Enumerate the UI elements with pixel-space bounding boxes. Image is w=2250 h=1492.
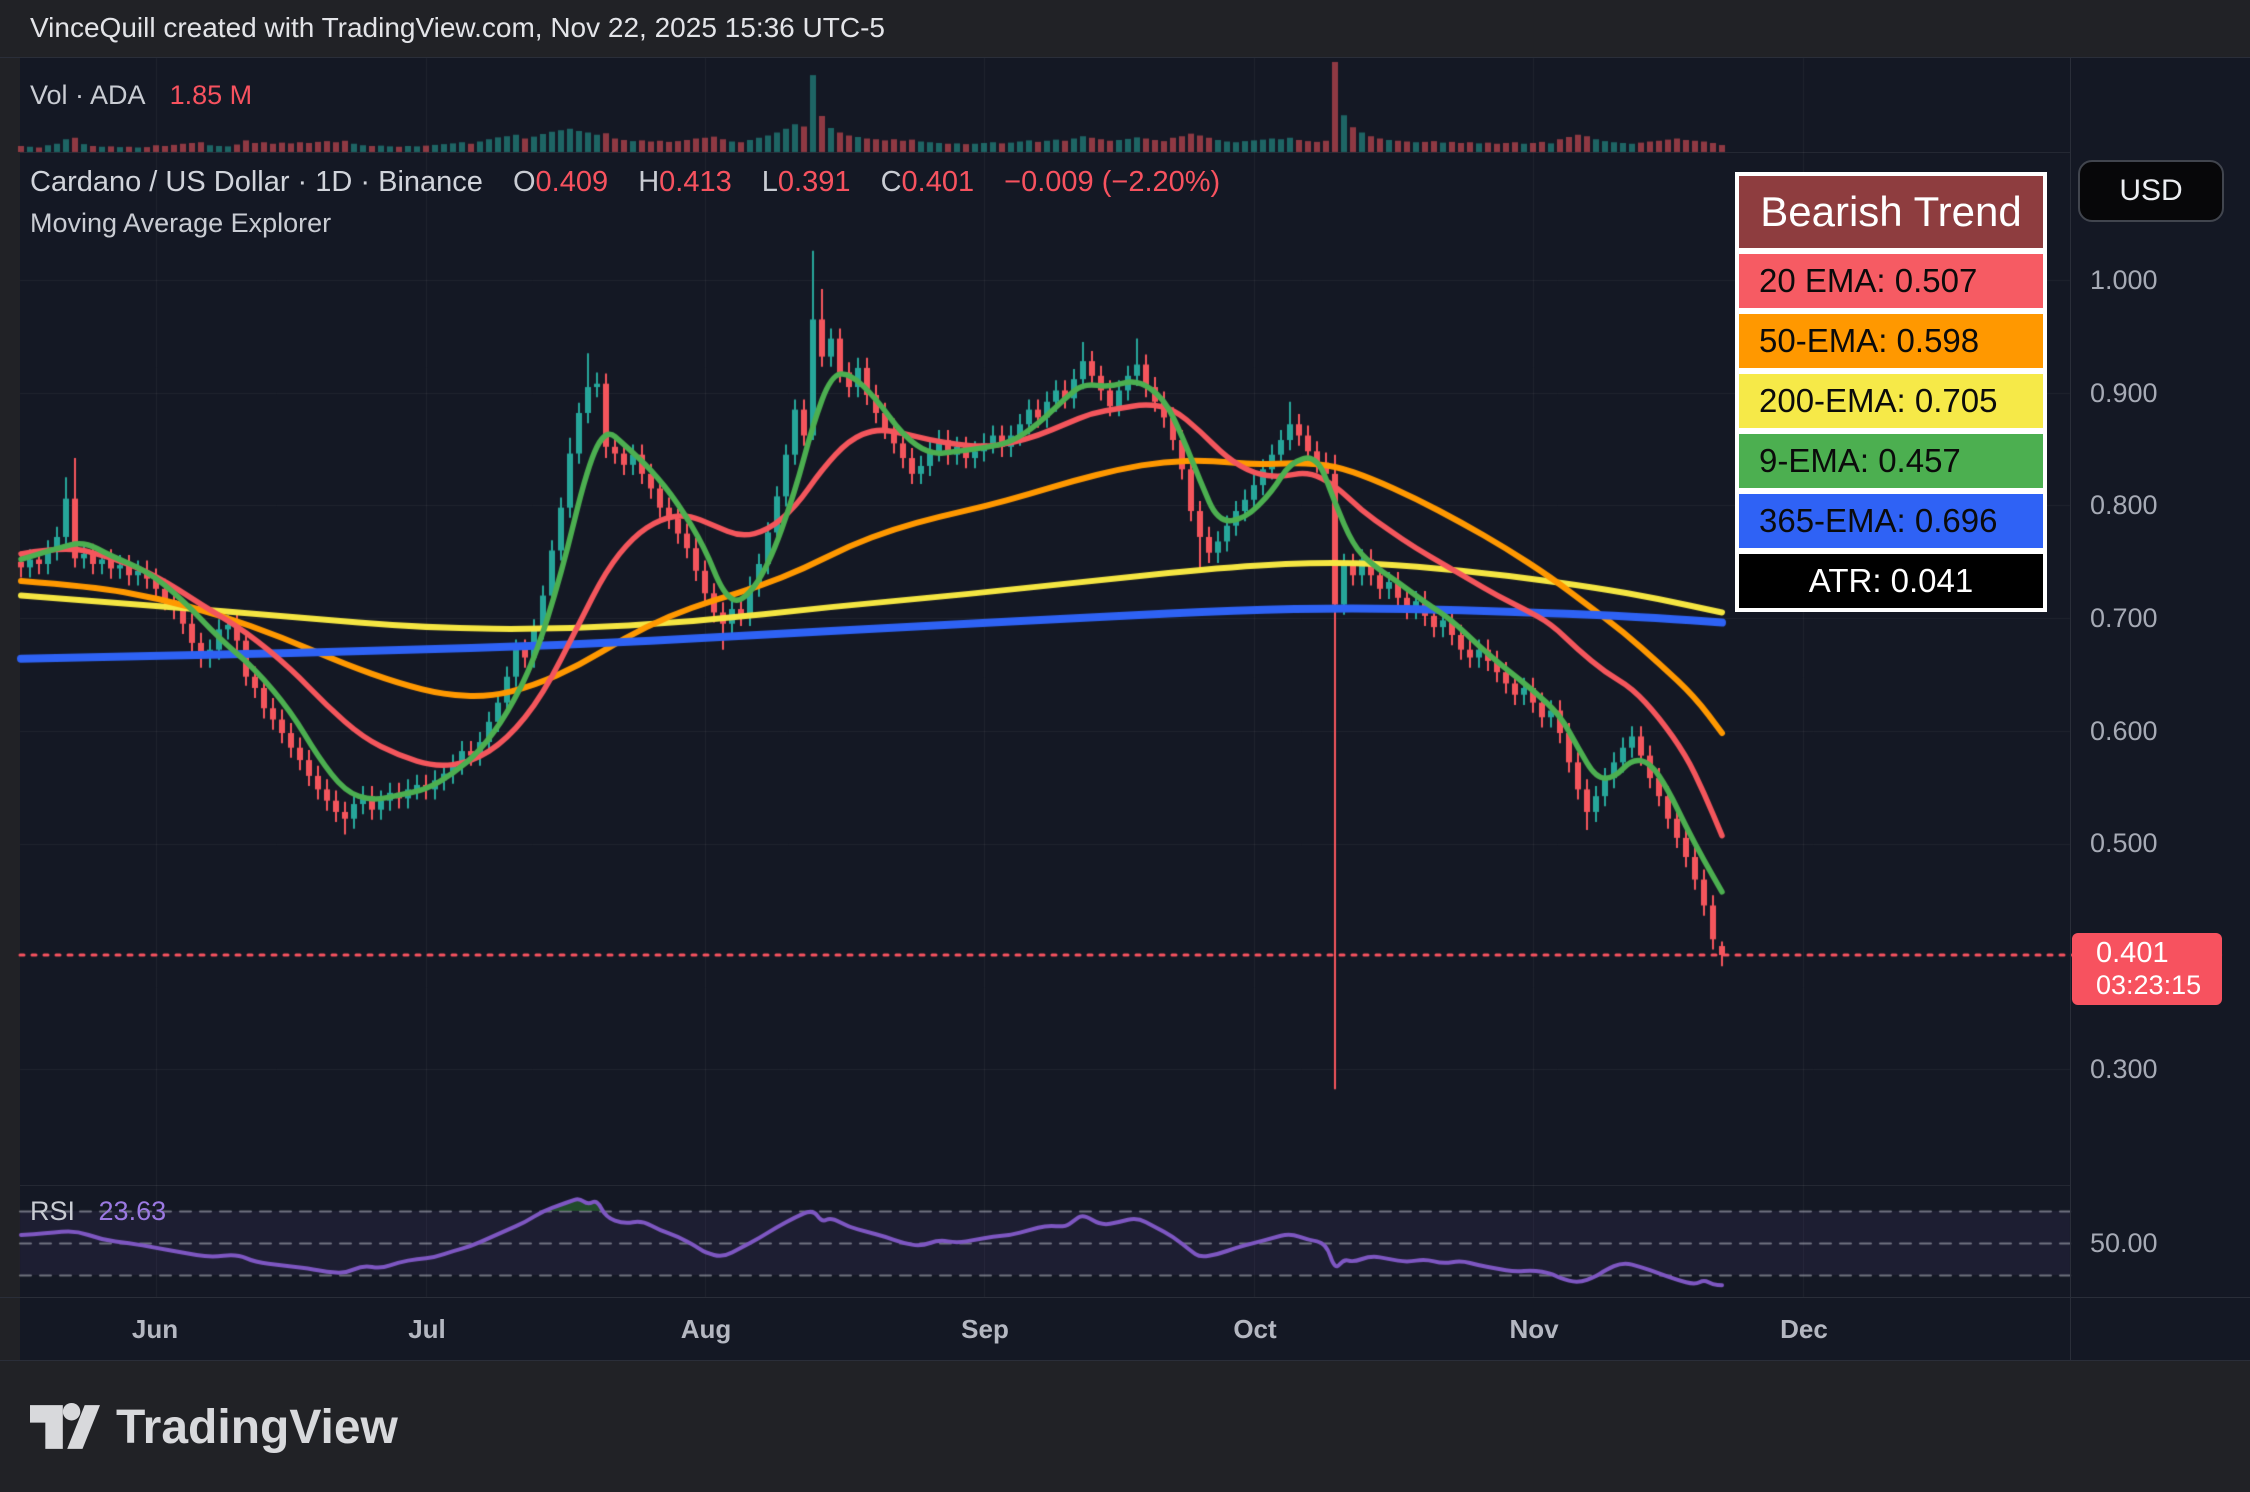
time-axis-separator [0,1297,2250,1298]
close-value: 0.401 [901,166,975,198]
time-axis-label[interactable]: Jul [408,1314,446,1345]
legend-row-atr: ATR: 0.041 [1739,554,2043,608]
time-axis-label[interactable]: Jun [132,1314,178,1345]
price-axis-label[interactable]: 0.500 [2090,827,2158,859]
close-label: C [880,166,902,198]
tradingview-logo[interactable]: TradingView [30,1396,398,1458]
last-price-badge: 0.401 03:23:15 [2072,933,2222,1005]
legend-row-ema20: 20 EMA: 0.507 [1739,254,2043,308]
tradingview-logo-icon [30,1402,100,1449]
low-label: L [761,166,778,198]
high-value: 0.413 [659,166,732,198]
tradingview-logo-text: TradingView [116,1400,398,1454]
trend-legend-title: Bearish Trend [1739,176,2043,248]
time-axis-label[interactable]: Nov [1509,1314,1558,1345]
low-value: 0.391 [777,166,851,198]
rsi-value: 23.63 [98,1196,167,1226]
time-axis-label[interactable]: Dec [1780,1314,1828,1345]
price-axis-label[interactable]: 0.600 [2090,715,2158,747]
rsi-label: RSI [30,1196,76,1226]
volume-value: 1.85 M [169,80,253,110]
currency-toggle-button[interactable]: USD [2078,160,2224,222]
open-value: 0.409 [535,166,609,198]
header-separator [0,57,2250,58]
legend-row-ema200: 200-EMA: 0.705 [1739,374,2043,428]
open-label: O [512,166,536,198]
time-axis-label[interactable]: Aug [681,1314,732,1345]
price-axis-label[interactable]: 1.000 [2090,264,2158,296]
rsi-legend: RSI 23.63 [30,1196,166,1227]
symbol-title[interactable]: Cardano / US Dollar · 1D · Binance [30,166,483,198]
chart-bottom-border [0,1360,2250,1361]
countdown-timer: 03:23:15 [2096,970,2202,1000]
volume-legend: Vol · ADA 1.85 M [30,80,252,111]
price-axis-label[interactable]: 0.800 [2090,489,2158,521]
last-price-value: 0.401 [2096,937,2169,969]
change-value: −0.009 (−2.20%) [1004,166,1221,198]
legend-row-ema9: 9-EMA: 0.457 [1739,434,2043,488]
symbol-row[interactable]: Cardano / US Dollar · 1D · Binance O0.40… [30,166,1220,199]
trend-legend-box: Bearish Trend 20 EMA: 0.507 50-EMA: 0.59… [1735,172,2047,612]
tradingview-chart-page: VinceQuill created with TradingView.com,… [0,0,2250,1492]
legend-row-ema50: 50-EMA: 0.598 [1739,314,2043,368]
volume-pane-separator [20,152,2070,153]
time-axis-label[interactable]: Sep [961,1314,1009,1345]
time-axis-label[interactable]: Oct [1233,1314,1276,1345]
price-axis-label[interactable]: 0.300 [2090,1053,2158,1085]
indicator-title[interactable]: Moving Average Explorer [30,208,331,239]
rsi-axis-label[interactable]: 50.00 [2090,1227,2158,1259]
rsi-pane-separator [20,1185,2070,1186]
volume-label: Vol · ADA [30,80,145,110]
legend-row-ema365: 365-EMA: 0.696 [1739,494,2043,548]
price-axis-label[interactable]: 0.700 [2090,602,2158,634]
price-axis-border [2070,58,2071,1360]
watermark-title: VinceQuill created with TradingView.com,… [30,12,885,43]
high-label: H [638,166,660,198]
price-axis-label[interactable]: 0.900 [2090,377,2158,409]
